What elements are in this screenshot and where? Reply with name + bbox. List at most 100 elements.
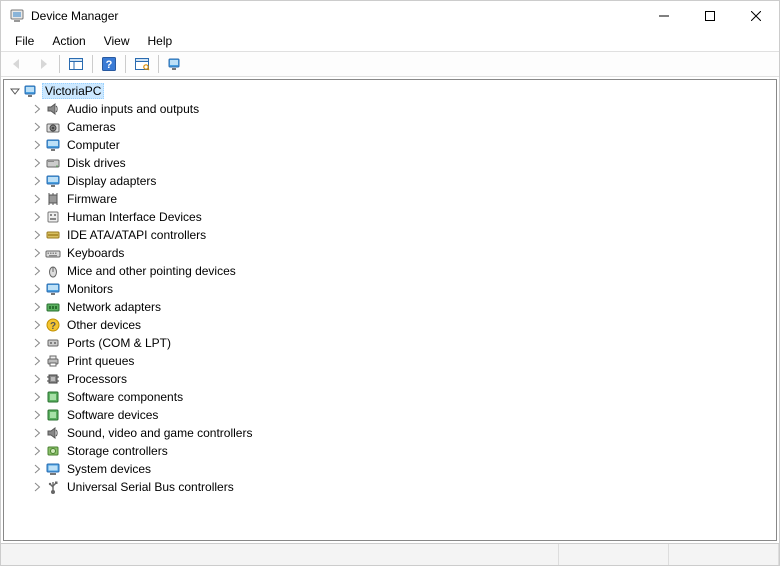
tree-node[interactable]: Firmware: [30, 190, 776, 208]
tree-node-label[interactable]: Print queues: [64, 353, 137, 369]
tree-node[interactable]: Human Interface Devices: [30, 208, 776, 226]
toolbar: ?: [1, 51, 779, 77]
tree-node-label[interactable]: Display adapters: [64, 173, 159, 189]
tree-node-label[interactable]: Network adapters: [64, 299, 164, 315]
tree-node[interactable]: Mice and other pointing devices: [30, 262, 776, 280]
tree-node[interactable]: ?Other devices: [30, 316, 776, 334]
tree-node-label[interactable]: Cameras: [64, 119, 119, 135]
device-tree[interactable]: VictoriaPC Audio inputs and outputs Camera…: [3, 79, 777, 541]
tree-node-label[interactable]: Sound, video and game controllers: [64, 425, 255, 441]
statusbar: [1, 543, 779, 565]
chevron-right-icon[interactable]: [30, 390, 44, 404]
tree-node[interactable]: Sound, video and game controllers: [30, 424, 776, 442]
chevron-right-icon[interactable]: [30, 282, 44, 296]
tree-node[interactable]: Keyboards: [30, 244, 776, 262]
scan-hardware-button[interactable]: [130, 53, 154, 75]
system-icon: [45, 461, 61, 477]
tree-node[interactable]: Computer: [30, 136, 776, 154]
tree-node[interactable]: Monitors: [30, 280, 776, 298]
tree-node[interactable]: Software devices: [30, 406, 776, 424]
tree-node-label[interactable]: Monitors: [64, 281, 116, 297]
tree-node[interactable]: Display adapters: [30, 172, 776, 190]
forward-button[interactable]: [31, 53, 55, 75]
tree-node[interactable]: IDE ATA/ATAPI controllers: [30, 226, 776, 244]
tree-node-root[interactable]: VictoriaPC: [8, 82, 776, 100]
speaker-icon: [45, 101, 61, 117]
properties-button[interactable]: [163, 53, 187, 75]
maximize-button[interactable]: [687, 1, 733, 31]
chevron-right-icon[interactable]: [30, 426, 44, 440]
chevron-right-icon[interactable]: [30, 318, 44, 332]
tree-node[interactable]: Print queues: [30, 352, 776, 370]
tree-node-label[interactable]: Processors: [64, 371, 130, 387]
chevron-right-icon[interactable]: [30, 120, 44, 134]
status-cell: [559, 544, 669, 565]
chevron-right-icon[interactable]: [30, 246, 44, 260]
tree-node-label[interactable]: Universal Serial Bus controllers: [64, 479, 237, 495]
tree-node[interactable]: Storage controllers: [30, 442, 776, 460]
svg-text:?: ?: [106, 59, 113, 71]
unknown-icon: ?: [45, 317, 61, 333]
tree-node-label[interactable]: Software devices: [64, 407, 161, 423]
tree-node-label[interactable]: Audio inputs and outputs: [64, 101, 202, 117]
menu-file[interactable]: File: [7, 32, 42, 50]
tree-node[interactable]: Cameras: [30, 118, 776, 136]
chevron-right-icon[interactable]: [30, 480, 44, 494]
disk-icon: [45, 155, 61, 171]
tree-node-label[interactable]: Other devices: [64, 317, 144, 333]
help-button[interactable]: ?: [97, 53, 121, 75]
chevron-right-icon[interactable]: [30, 102, 44, 116]
tree-node[interactable]: Network adapters: [30, 298, 776, 316]
chevron-down-icon[interactable]: [8, 84, 22, 98]
menu-action[interactable]: Action: [44, 32, 93, 50]
chevron-right-icon[interactable]: [30, 138, 44, 152]
tree-node[interactable]: Software components: [30, 388, 776, 406]
chevron-right-icon[interactable]: [30, 228, 44, 242]
speaker-icon: [45, 425, 61, 441]
app-icon: [9, 8, 25, 24]
tree-node[interactable]: Ports (COM & LPT): [30, 334, 776, 352]
tree-node-label[interactable]: Storage controllers: [64, 443, 171, 459]
tree-node[interactable]: System devices: [30, 460, 776, 478]
monitor-icon: [45, 281, 61, 297]
chevron-right-icon[interactable]: [30, 372, 44, 386]
chevron-right-icon[interactable]: [30, 408, 44, 422]
network-icon: [45, 299, 61, 315]
chevron-right-icon[interactable]: [30, 192, 44, 206]
tree-node[interactable]: Universal Serial Bus controllers: [30, 478, 776, 496]
software-icon: [45, 389, 61, 405]
tree-node-label[interactable]: VictoriaPC: [42, 83, 104, 99]
chevron-right-icon[interactable]: [30, 354, 44, 368]
tree-node[interactable]: Disk drives: [30, 154, 776, 172]
tree-node-label[interactable]: Mice and other pointing devices: [64, 263, 239, 279]
monitor-icon: [45, 137, 61, 153]
chevron-right-icon[interactable]: [30, 300, 44, 314]
tree-node-label[interactable]: Human Interface Devices: [64, 209, 205, 225]
tree-node-label[interactable]: Ports (COM & LPT): [64, 335, 174, 351]
chevron-right-icon[interactable]: [30, 264, 44, 278]
minimize-button[interactable]: [641, 1, 687, 31]
back-button[interactable]: [5, 53, 29, 75]
tree-node-label[interactable]: Keyboards: [64, 245, 127, 261]
cpu-icon: [45, 371, 61, 387]
tree-node-label[interactable]: System devices: [64, 461, 154, 477]
chevron-right-icon[interactable]: [30, 174, 44, 188]
chevron-right-icon[interactable]: [30, 336, 44, 350]
chevron-right-icon[interactable]: [30, 210, 44, 224]
tree-node-label[interactable]: Software components: [64, 389, 186, 405]
tree-node-label[interactable]: IDE ATA/ATAPI controllers: [64, 227, 209, 243]
menu-help[interactable]: Help: [140, 32, 181, 50]
close-button[interactable]: [733, 1, 779, 31]
chevron-right-icon[interactable]: [30, 156, 44, 170]
tree-node-label[interactable]: Disk drives: [64, 155, 129, 171]
software-icon: [45, 407, 61, 423]
tree-node-label[interactable]: Firmware: [64, 191, 120, 207]
show-hide-tree-button[interactable]: [64, 53, 88, 75]
tree-node-label[interactable]: Computer: [64, 137, 123, 153]
chevron-right-icon[interactable]: [30, 444, 44, 458]
tree-node[interactable]: Audio inputs and outputs: [30, 100, 776, 118]
window-title: Device Manager: [31, 9, 641, 23]
chevron-right-icon[interactable]: [30, 462, 44, 476]
menu-view[interactable]: View: [96, 32, 138, 50]
tree-node[interactable]: Processors: [30, 370, 776, 388]
